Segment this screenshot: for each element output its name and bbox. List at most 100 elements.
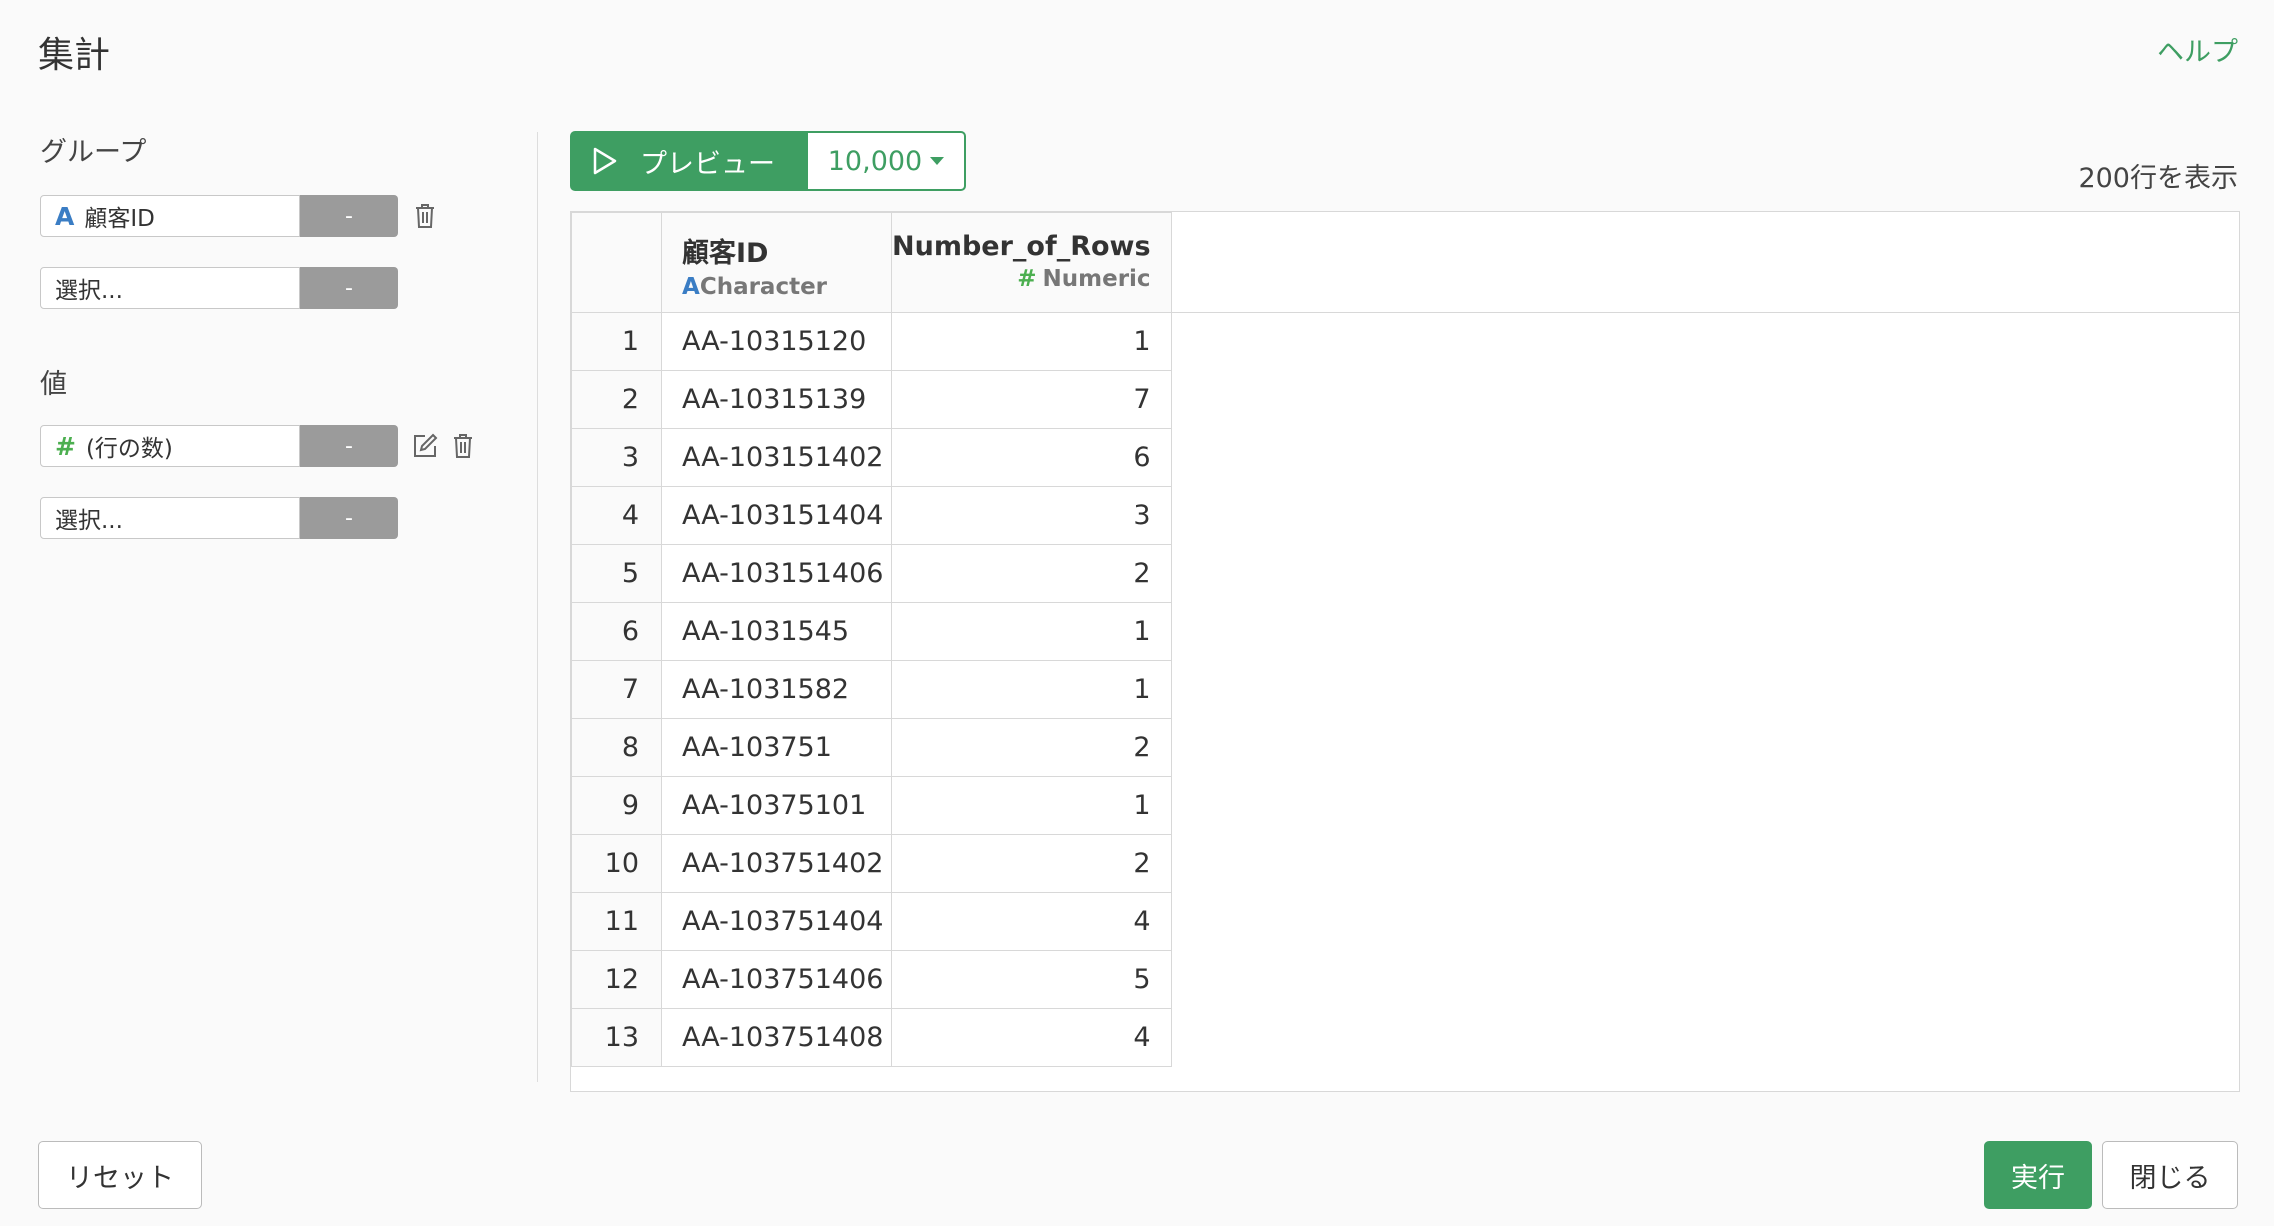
character-type-icon: A [682, 274, 700, 300]
table-row: 2 AA-10315139 7 [571, 370, 1172, 429]
row-index: 13 [571, 1008, 662, 1067]
row-index: 1 [571, 312, 662, 371]
row-count-label: 200行を表示 [2078, 163, 2238, 194]
cell-customer-id: AA-103151402 [661, 428, 892, 487]
dialog-title: 集計 [38, 35, 111, 76]
table-row: 9 AA-10375101 1 [571, 776, 1172, 835]
table-row: 5 AA-103151406 2 [571, 544, 1172, 603]
cell-number-of-rows: 1 [891, 660, 1172, 719]
preview-button[interactable]: プレビュー [570, 131, 806, 191]
trash-icon[interactable] [408, 199, 442, 233]
table-row: 11 AA-103751404 4 [571, 892, 1172, 951]
values-agg-select[interactable]: - [300, 425, 398, 467]
values-column-label: (行の数) [85, 436, 173, 462]
reset-button[interactable]: リセット [38, 1141, 202, 1209]
column-type: # Numeric [1017, 266, 1151, 292]
cell-number-of-rows: 1 [891, 776, 1172, 835]
cell-customer-id: AA-103151404 [661, 486, 892, 545]
cell-customer-id: AA-10315120 [661, 312, 892, 371]
preview-label: プレビュー [640, 148, 775, 180]
cell-customer-id: AA-10315139 [661, 370, 892, 429]
cell-customer-id: AA-103151406 [661, 544, 892, 603]
preview-controls: プレビュー 10,000 [570, 131, 966, 191]
close-button[interactable]: 閉じる [2102, 1141, 2238, 1209]
cell-number-of-rows: 1 [891, 602, 1172, 661]
cell-number-of-rows: 5 [891, 950, 1172, 1009]
cell-number-of-rows: 4 [891, 892, 1172, 951]
cell-customer-id: AA-103751 [661, 718, 892, 777]
values-section-label: 値 [40, 369, 67, 400]
table-row: 12 AA-103751406 5 [571, 950, 1172, 1009]
table-row: 8 AA-103751 2 [571, 718, 1172, 777]
table-row: 10 AA-103751402 2 [571, 834, 1172, 893]
preview-rows-dropdown[interactable]: 10,000 [806, 131, 966, 191]
group-agg-select[interactable]: - [300, 195, 398, 237]
cell-customer-id: AA-103751404 [661, 892, 892, 951]
values-agg-select-empty[interactable]: - [300, 497, 398, 539]
cell-number-of-rows: 2 [891, 834, 1172, 893]
cell-number-of-rows: 6 [891, 428, 1172, 487]
numeric-type-icon: # [55, 431, 76, 461]
column-name: 顧客ID [682, 238, 769, 269]
table-row: 6 AA-1031545 1 [571, 602, 1172, 661]
row-index: 4 [571, 486, 662, 545]
cell-customer-id: AA-103751402 [661, 834, 892, 893]
group-row-1: A 顧客ID - [40, 194, 510, 238]
run-button[interactable]: 実行 [1984, 1141, 2092, 1209]
row-index: 10 [571, 834, 662, 893]
table-row: 1 AA-10315120 1 [571, 312, 1172, 371]
cell-customer-id: AA-10375101 [661, 776, 892, 835]
edit-icon[interactable] [408, 429, 442, 463]
numeric-type-icon: # [1017, 266, 1037, 292]
row-index: 5 [571, 544, 662, 603]
cell-number-of-rows: 7 [891, 370, 1172, 429]
values-row-2: 選択... - [40, 496, 510, 540]
row-index: 6 [571, 602, 662, 661]
character-type-icon: A [55, 201, 75, 231]
cell-number-of-rows: 1 [891, 312, 1172, 371]
values-column-select[interactable]: # (行の数) [40, 425, 300, 467]
cell-number-of-rows: 2 [891, 718, 1172, 777]
cell-number-of-rows: 2 [891, 544, 1172, 603]
group-section-label: グループ [40, 137, 147, 168]
table-body: 1 AA-10315120 1 2 AA-10315139 7 3 AA-103151402 6… [571, 312, 1172, 1067]
column-name: Number_of_Rows [892, 231, 1151, 262]
group-column-label: 顧客ID [84, 206, 155, 232]
cell-customer-id: AA-103751408 [661, 1008, 892, 1067]
index-header [571, 212, 662, 313]
row-index: 2 [571, 370, 662, 429]
preview-rows-value: 10,000 [827, 145, 923, 177]
help-link[interactable]: ヘルプ [2157, 30, 2238, 69]
column-header-customer-id[interactable]: 顧客ID ACharacter [661, 212, 892, 313]
table-row: 4 AA-103151404 3 [571, 486, 1172, 545]
group-column-select[interactable]: A 顧客ID [40, 195, 300, 237]
row-index: 8 [571, 718, 662, 777]
cell-number-of-rows: 3 [891, 486, 1172, 545]
row-index: 11 [571, 892, 662, 951]
panel-divider [537, 132, 538, 1082]
group-row-2: 選択... - [40, 266, 510, 310]
values-column-select-empty[interactable]: 選択... [40, 497, 300, 539]
caret-down-icon [930, 157, 945, 165]
cell-number-of-rows: 4 [891, 1008, 1172, 1067]
table-row: 13 AA-103751408 4 [571, 1008, 1172, 1067]
preview-table[interactable]: 顧客ID ACharacter Number_of_Rows # Numeric … [570, 211, 2240, 1092]
cell-customer-id: AA-103751406 [661, 950, 892, 1009]
group-column-select-empty[interactable]: 選択... [40, 267, 300, 309]
trash-icon[interactable] [446, 429, 480, 463]
row-index: 7 [571, 660, 662, 719]
group-agg-select-empty[interactable]: - [300, 267, 398, 309]
settings-panel: グループ A 顧客ID - 選択... - 値 # (行の数) - 選択... … [40, 130, 510, 540]
table-row: 3 AA-103151402 6 [571, 428, 1172, 487]
header-divider [571, 312, 2239, 313]
column-type: ACharacter [682, 274, 828, 300]
play-icon [593, 147, 617, 175]
cell-customer-id: AA-1031545 [661, 602, 892, 661]
table-row: 7 AA-1031582 1 [571, 660, 1172, 719]
cell-customer-id: AA-1031582 [661, 660, 892, 719]
column-header-number-of-rows[interactable]: Number_of_Rows # Numeric [891, 212, 1172, 313]
row-index: 9 [571, 776, 662, 835]
row-index: 12 [571, 950, 662, 1009]
values-row-1: # (行の数) - [40, 424, 510, 468]
row-index: 3 [571, 428, 662, 487]
